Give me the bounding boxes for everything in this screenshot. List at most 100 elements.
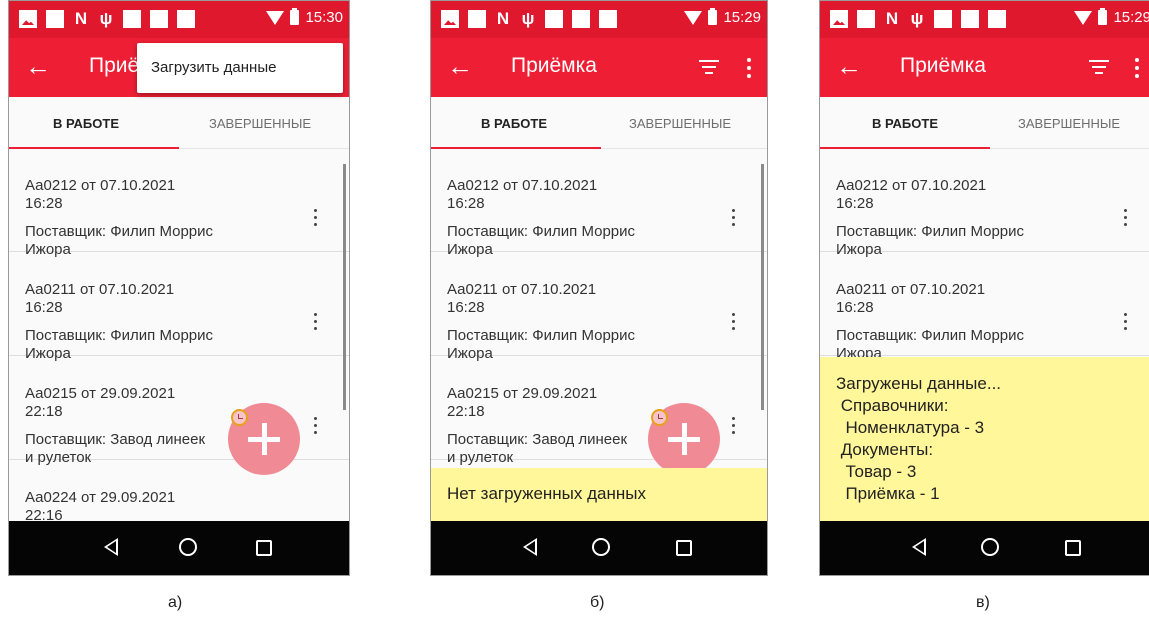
nav-home-icon[interactable] <box>592 538 610 556</box>
notification-icon <box>123 10 141 28</box>
kebab-icon[interactable] <box>1124 209 1127 230</box>
nav-back-icon[interactable] <box>523 538 537 556</box>
tab-completed[interactable]: ЗАВЕРШЕННЫЕ <box>629 116 731 131</box>
toast-line: Товар - 3 <box>836 462 917 481</box>
item-title: Аа0224 от 29.09.2021 22:16 <box>25 489 176 521</box>
arrow-left-icon[interactable]: ← <box>447 52 473 80</box>
toast-line: Приёмка - 1 <box>836 484 940 503</box>
page-title: Приёмка <box>511 54 597 77</box>
menu-item-load-data[interactable]: Загрузить данные <box>151 59 276 76</box>
status-time: 15:30 <box>305 9 343 26</box>
tab-in-progress[interactable]: В РАБОТЕ <box>481 116 547 131</box>
tab-bar: В РАБОТЕ ЗАВЕРШЕННЫЕ <box>820 97 1149 149</box>
toast-message: Загружены данные... Справочники: Номенкл… <box>820 357 1149 521</box>
kebab-icon[interactable] <box>1135 58 1139 82</box>
nav-back-icon[interactable] <box>912 538 926 556</box>
list-item[interactable]: Аа0211 от 07.10.2021 16:28 Поставщик: Фи… <box>9 252 349 362</box>
list-item[interactable]: Аа0224 от 29.09.2021 22:16 <box>9 460 349 521</box>
battery-icon <box>1098 8 1108 25</box>
page-title: Приёмка <box>900 54 986 77</box>
wifi-icon <box>266 10 285 25</box>
gallery-notification-icon <box>830 10 848 28</box>
clock-icon <box>231 409 248 426</box>
list-item[interactable]: Аа0211 от 07.10.2021 16:28 Поставщик: Фи… <box>431 252 767 362</box>
phone-screen-c: N ψ 15:29 ← Приёмка В РАБОТЕ ЗАВЕРШЕННЫЕ… <box>819 0 1149 576</box>
kebab-icon[interactable] <box>314 313 317 334</box>
scrollbar[interactable] <box>761 164 764 410</box>
status-time: 15:29 <box>1113 9 1149 26</box>
nav-home-icon[interactable] <box>981 538 999 556</box>
nav-recents-icon[interactable] <box>256 540 272 556</box>
tab-bar: В РАБОТЕ ЗАВЕРШЕННЫЕ <box>9 97 349 149</box>
gallery-notification-icon <box>19 10 37 28</box>
notification-icon <box>572 10 590 28</box>
nav-recents-icon[interactable] <box>1065 540 1081 556</box>
gallery-notification-icon <box>441 10 459 28</box>
notification-icon <box>46 10 64 28</box>
toast-line: Справочники: <box>836 396 949 415</box>
document-list: Аа0212 от 07.10.2021 16:28 Поставщик: Фи… <box>431 148 767 521</box>
kebab-icon[interactable] <box>732 209 735 230</box>
tab-in-progress[interactable]: В РАБОТЕ <box>872 116 938 131</box>
nav-home-icon[interactable] <box>179 538 197 556</box>
wifi-icon <box>1074 10 1093 25</box>
kebab-icon[interactable] <box>314 417 317 438</box>
status-time: 15:29 <box>723 9 761 26</box>
list-item[interactable]: Аа0211 от 07.10.2021 16:28 Поставщик: Фи… <box>820 252 1149 362</box>
caption-c: в) <box>976 594 990 611</box>
list-item[interactable]: Аа0212 от 07.10.2021 16:28 Поставщик: Фи… <box>820 148 1149 258</box>
item-title: Аа0215 от 29.09.2021 22:18 <box>447 385 598 420</box>
list-item[interactable]: Аа0212 от 07.10.2021 16:28 Поставщик: Фи… <box>9 148 349 258</box>
toast-line: Документы: <box>836 440 934 459</box>
notification-icon <box>150 10 168 28</box>
n-notification-icon: N <box>885 9 899 28</box>
item-title: Аа0212 от 07.10.2021 16:28 <box>447 177 598 212</box>
filter-icon[interactable] <box>699 60 719 78</box>
phone-screen-a: N ψ 15:30 ← Приё В РАБОТЕ ЗАВЕРШЕННЫЕ Аа… <box>8 0 350 576</box>
battery-icon <box>708 8 718 25</box>
tab-completed[interactable]: ЗАВЕРШЕННЫЕ <box>1018 116 1120 131</box>
kebab-icon[interactable] <box>1124 313 1127 334</box>
item-title: Аа0215 от 29.09.2021 22:18 <box>25 385 176 420</box>
filter-icon[interactable] <box>1089 60 1109 78</box>
nav-recents-icon[interactable] <box>676 540 692 556</box>
status-bar: N ψ 15:29 <box>431 1 767 38</box>
kebab-icon[interactable] <box>732 313 735 334</box>
n-notification-icon: N <box>496 9 510 28</box>
system-nav-bar <box>431 521 767 575</box>
battery-icon <box>290 8 300 25</box>
notification-icon <box>599 10 617 28</box>
page-title: Приё <box>89 54 140 77</box>
kebab-icon[interactable] <box>732 417 735 438</box>
scrollbar[interactable] <box>343 164 346 410</box>
notification-icon <box>177 10 195 28</box>
status-bar: N ψ 15:30 <box>9 1 349 38</box>
app-bar: ← Приёмка <box>820 38 1149 97</box>
system-nav-bar <box>9 521 349 575</box>
toast-text: Нет загруженных данных <box>447 484 646 503</box>
item-title: Аа0212 от 07.10.2021 16:28 <box>25 177 176 212</box>
kebab-icon[interactable] <box>314 209 317 230</box>
toast-line: Номенклатура - 3 <box>836 418 985 437</box>
list-item[interactable]: Аа0212 от 07.10.2021 16:28 Поставщик: Фи… <box>431 148 767 258</box>
document-list: Аа0212 от 07.10.2021 16:28 Поставщик: Фи… <box>9 148 349 521</box>
nav-back-icon[interactable] <box>104 538 118 556</box>
notification-icon <box>934 10 952 28</box>
notification-icon <box>857 10 875 28</box>
toast-message: Нет загруженных данных <box>431 468 767 521</box>
clock-icon <box>651 409 668 426</box>
toast-line: Загружены данные... <box>836 374 1002 393</box>
status-bar: N ψ 15:29 <box>820 1 1149 38</box>
arrow-left-icon[interactable]: ← <box>836 52 862 80</box>
phone-screen-b: N ψ 15:29 ← Приёмка В РАБОТЕ ЗАВЕРШЕННЫЕ… <box>430 0 768 576</box>
tab-completed[interactable]: ЗАВЕРШЕННЫЕ <box>209 116 311 131</box>
item-title: Аа0211 от 07.10.2021 16:28 <box>836 281 986 316</box>
tab-in-progress[interactable]: В РАБОТЕ <box>53 116 119 131</box>
kebab-icon[interactable] <box>747 58 751 82</box>
usb-icon: ψ <box>910 9 924 28</box>
arrow-left-icon[interactable]: ← <box>25 52 51 80</box>
app-bar: ← Приёмка <box>431 38 767 97</box>
system-nav-bar <box>820 521 1149 575</box>
tab-bar: В РАБОТЕ ЗАВЕРШЕННЫЕ <box>431 97 767 149</box>
usb-icon: ψ <box>99 9 113 28</box>
